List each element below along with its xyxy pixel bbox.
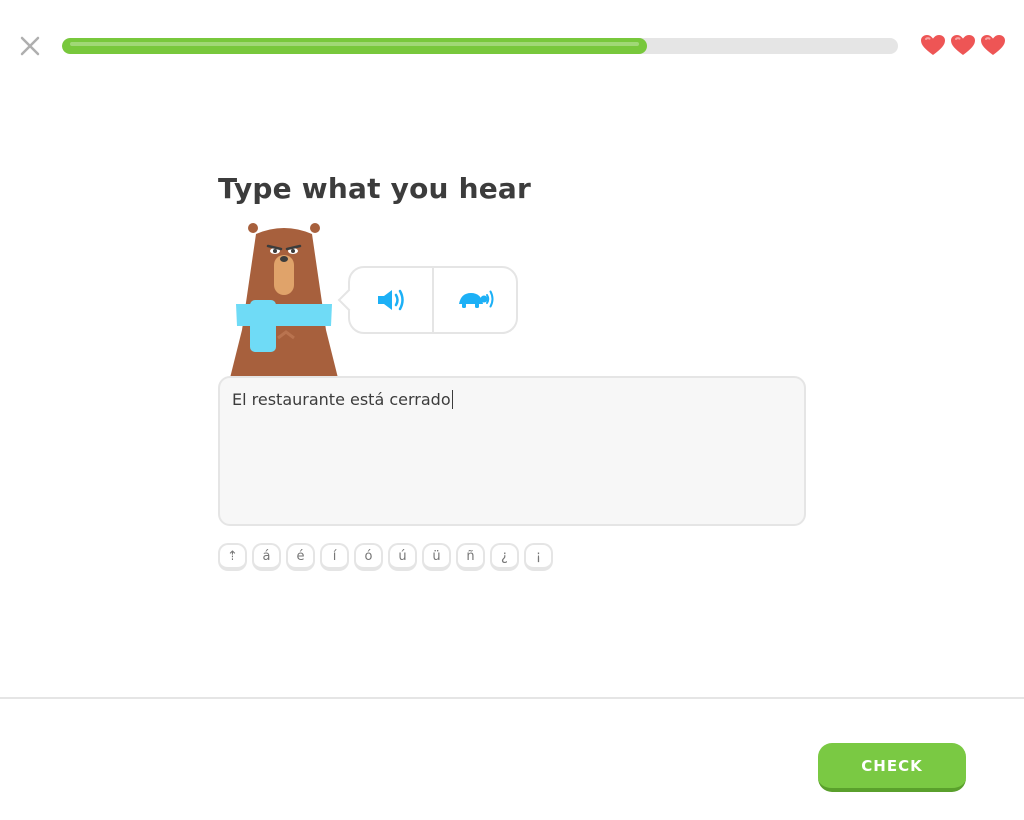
bear-character	[230, 223, 338, 378]
progress-shine	[70, 42, 640, 46]
special-key-e-acute[interactable]: é	[286, 543, 315, 571]
audio-bubble	[337, 266, 518, 334]
heart-icon	[981, 35, 1005, 55]
special-key-inverted-exclamation[interactable]: ¡	[524, 543, 553, 571]
footer-divider	[0, 697, 1024, 699]
close-icon	[20, 36, 40, 56]
special-key-o-acute[interactable]: ó	[354, 543, 383, 571]
speaker-icon	[378, 289, 404, 311]
special-key-a-acute[interactable]: á	[252, 543, 281, 571]
check-button[interactable]: CHECK	[818, 743, 966, 792]
special-character-keys: ⇡ á é í ó ú ü ñ ¿ ¡	[218, 543, 553, 571]
challenge-title: Type what you hear	[218, 172, 532, 205]
close-button[interactable]	[18, 34, 42, 58]
shift-key[interactable]: ⇡	[218, 543, 247, 571]
turtle-icon	[459, 290, 494, 308]
special-key-i-acute[interactable]: í	[320, 543, 349, 571]
heart-icon	[921, 35, 945, 55]
progress-bar	[62, 38, 898, 54]
play-audio-button[interactable]	[350, 268, 432, 332]
answer-textarea[interactable]: El restaurante está cerrado	[218, 376, 806, 526]
special-key-u-acute[interactable]: ú	[388, 543, 417, 571]
special-key-n-tilde[interactable]: ñ	[456, 543, 485, 571]
heart-icon	[951, 35, 975, 55]
answer-text: El restaurante está cerrado	[232, 390, 453, 409]
play-slow-audio-button[interactable]	[432, 268, 516, 332]
special-key-u-umlaut[interactable]: ü	[422, 543, 451, 571]
special-key-inverted-question[interactable]: ¿	[490, 543, 519, 571]
progress-fill	[62, 38, 648, 54]
hearts	[920, 34, 1006, 56]
